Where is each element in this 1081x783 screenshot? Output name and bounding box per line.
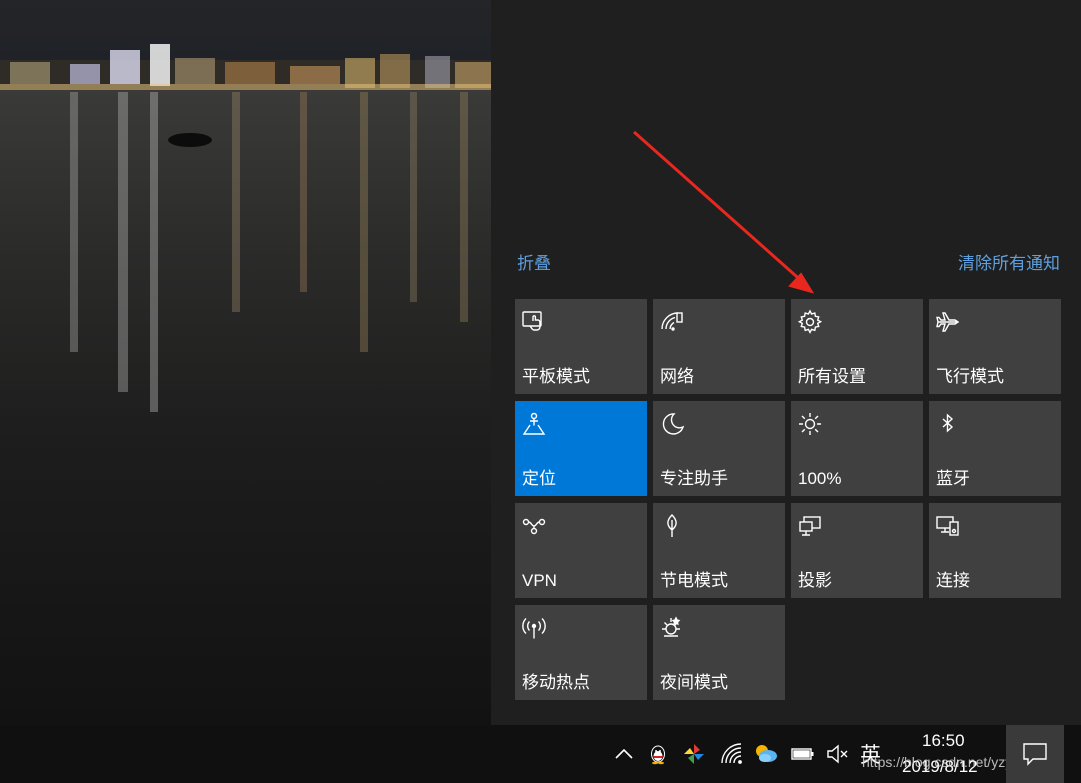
volume-muted-icon[interactable] [825,741,851,767]
pinwheel-icon[interactable] [681,741,707,767]
wallpaper-reflections [70,92,468,412]
action-center-panel: 折叠 清除所有通知 平板模式 网络 所有设置 飞行模式 定位 专注助手 100%… [491,0,1081,725]
hotspot-icon [522,618,546,639]
moon-icon [662,413,685,435]
tile-location[interactable]: 定位 [515,401,647,496]
tile-vpn[interactable]: VPN [515,503,647,598]
tile-night-light[interactable]: 夜间模式 [653,605,785,700]
tile-tablet-mode[interactable]: 平板模式 [515,299,647,394]
tile-label: 100% [798,469,842,488]
tile-label: 投影 [798,571,832,590]
location-icon [522,412,546,435]
clock-time[interactable]: 16:50 [922,731,965,751]
qq-icon[interactable] [645,741,671,767]
brightness-icon [799,413,821,435]
tile-label: 连接 [936,571,970,590]
tile-airplane-mode[interactable]: 飞行模式 [929,299,1061,394]
tile-all-settings[interactable]: 所有设置 [791,299,923,394]
tile-network[interactable]: 网络 [653,299,785,394]
tile-focus-assist[interactable]: 专注助手 [653,401,785,496]
tile-label: 定位 [522,469,556,488]
tile-mobile-hotspot[interactable]: 移动热点 [515,605,647,700]
cloud-app-icon[interactable] [753,741,779,767]
tile-label: 节电模式 [660,571,728,590]
tile-project[interactable]: 投影 [791,503,923,598]
battery-saver-icon [667,514,677,537]
wallpaper-skyline [0,44,491,92]
network-icon [661,312,683,331]
night-light-icon [662,616,681,637]
tile-label: 网络 [660,367,694,386]
tile-label: 所有设置 [798,367,866,386]
action-center-button[interactable] [1006,725,1064,783]
airplane-icon [936,312,960,332]
desktop-wallpaper [0,0,491,725]
tablet-mode-icon [522,311,542,331]
tile-bluetooth[interactable]: 蓝牙 [929,401,1061,496]
bluetooth-icon [942,413,954,433]
tile-brightness[interactable]: 100% [791,401,923,496]
tile-label: 飞行模式 [936,367,1004,386]
tile-battery-saver[interactable]: 节电模式 [653,503,785,598]
vpn-icon [522,518,546,535]
tile-label: VPN [522,571,557,590]
collapse-link[interactable]: 折叠 [517,249,551,274]
tile-connect[interactable]: 连接 [929,503,1061,598]
gear-icon [797,309,823,334]
chevron-up-icon[interactable] [611,741,637,767]
wifi-icon[interactable] [719,741,745,767]
tile-label: 蓝牙 [936,469,970,488]
project-icon [799,516,821,536]
quick-actions-grid: 平板模式 网络 所有设置 飞行模式 定位 专注助手 100% 蓝牙 VPN 节电… [515,299,1062,701]
tile-label: 专注助手 [660,469,728,488]
clear-all-notifications-link[interactable]: 清除所有通知 [958,249,1060,274]
tile-label: 平板模式 [522,367,590,386]
connect-icon [936,516,959,536]
battery-icon[interactable] [790,741,816,767]
tile-label: 移动热点 [522,673,590,692]
tile-label: 夜间模式 [660,673,728,692]
notification-icon [1023,743,1047,766]
